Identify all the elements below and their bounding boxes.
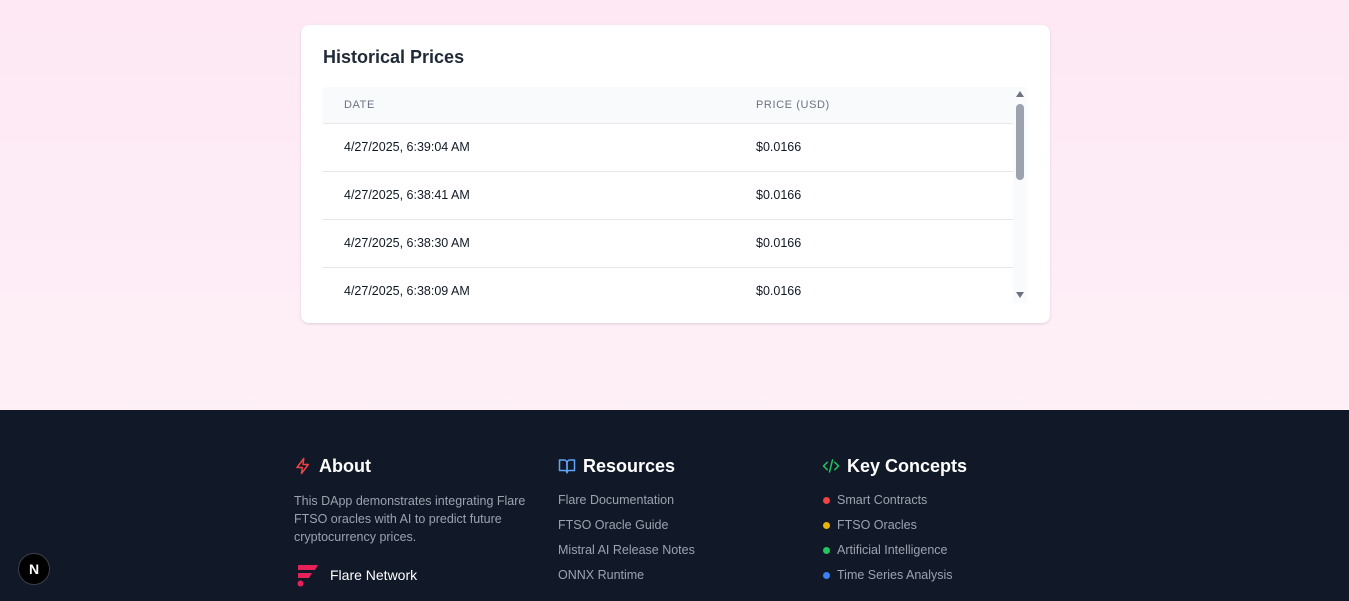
footer-concepts-section: Key Concepts Smart Contracts FTSO Oracle… [822, 454, 967, 592]
concept-label: Artificial Intelligence [837, 543, 948, 557]
code-icon [822, 457, 840, 475]
green-dot-icon [823, 547, 830, 554]
table-row: 4/27/2025, 6:38:09 AM $0.0166 [323, 267, 1013, 299]
flare-logo-icon [294, 562, 320, 588]
scroll-up-arrow-icon[interactable] [1016, 91, 1024, 97]
resource-link-ftso-guide[interactable]: FTSO Oracle Guide [558, 517, 695, 542]
brand-name: Flare Network [330, 567, 418, 583]
resources-heading: Resources [558, 454, 695, 478]
red-dot-icon [823, 497, 830, 504]
row-date: 4/27/2025, 6:38:41 AM [323, 171, 735, 220]
lightning-icon [294, 457, 312, 475]
row-date: 4/27/2025, 6:38:30 AM [323, 219, 735, 268]
resource-link-flare-docs[interactable]: Flare Documentation [558, 492, 695, 517]
footer-about-section: About This DApp demonstrates integrating… [294, 454, 544, 588]
column-header-date: DATE [323, 87, 735, 124]
scrollbar-thumb[interactable] [1016, 104, 1024, 180]
table-scrollbar[interactable] [1013, 87, 1027, 303]
concept-item: Artificial Intelligence [822, 542, 967, 567]
row-date: 4/27/2025, 6:39:04 AM [323, 123, 735, 172]
concepts-heading: Key Concepts [822, 454, 967, 478]
table-row: 4/27/2025, 6:39:04 AM $0.0166 [323, 123, 1013, 172]
concept-label: FTSO Oracles [837, 518, 917, 532]
table-header-row: DATE PRICE (USD) [323, 87, 1013, 124]
row-price: $0.0166 [756, 284, 802, 298]
concept-label: Smart Contracts [837, 493, 928, 507]
resources-title: Resources [583, 455, 676, 476]
resources-list: Flare Documentation FTSO Oracle Guide Mi… [558, 492, 695, 592]
about-heading: About [294, 454, 544, 478]
prices-table: DATE PRICE (USD) 4/27/2025, 6:39:04 AM $… [323, 87, 1013, 299]
resource-link-onnx-runtime[interactable]: ONNX Runtime [558, 567, 695, 592]
concept-item: Smart Contracts [822, 492, 967, 517]
prices-table-container[interactable]: DATE PRICE (USD) 4/27/2025, 6:39:04 AM $… [323, 87, 1029, 299]
about-title: About [319, 455, 371, 476]
row-date: 4/27/2025, 6:38:09 AM [344, 284, 470, 298]
row-price: $0.0166 [735, 171, 1013, 220]
row-price: $0.0166 [735, 219, 1013, 268]
flare-network-brand[interactable]: Flare Network [294, 562, 544, 588]
historical-prices-card: Historical Prices DATE PRICE (USD) 4/27/… [301, 25, 1050, 323]
table-row: 4/27/2025, 6:38:30 AM $0.0166 [323, 219, 1013, 268]
yellow-dot-icon [823, 522, 830, 529]
footer-resources-section: Resources Flare Documentation FTSO Oracl… [558, 454, 695, 592]
about-description: This DApp demonstrates integrating Flare… [294, 494, 526, 544]
column-header-price: PRICE (USD) [735, 87, 1013, 124]
concept-item: FTSO Oracles [822, 517, 967, 542]
book-icon [558, 457, 576, 475]
concept-item: Time Series Analysis [822, 567, 967, 592]
row-price: $0.0166 [735, 123, 1013, 172]
concepts-title: Key Concepts [847, 455, 968, 476]
nextjs-dev-badge-icon[interactable]: N [18, 553, 50, 585]
scroll-down-arrow-icon[interactable] [1016, 292, 1024, 298]
table-row: 4/27/2025, 6:38:41 AM $0.0166 [323, 171, 1013, 220]
concepts-list: Smart Contracts FTSO Oracles Artificial … [822, 492, 967, 592]
resource-link-mistral-notes[interactable]: Mistral AI Release Notes [558, 542, 695, 567]
site-footer: About This DApp demonstrates integrating… [0, 410, 1349, 601]
card-title: Historical Prices [323, 47, 465, 67]
blue-dot-icon [823, 572, 830, 579]
concept-label: Time Series Analysis [837, 568, 953, 582]
